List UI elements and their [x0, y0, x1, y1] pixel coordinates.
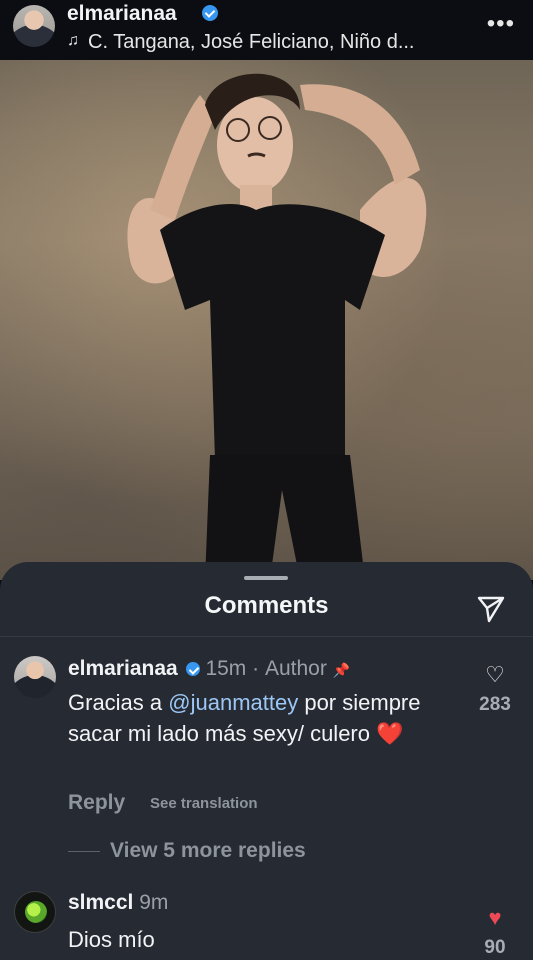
- comment-text: Gracias a @juanmattey por siempre sacar …: [68, 687, 458, 749]
- comment-text-part: Gracias a: [68, 690, 169, 715]
- comment-time: 15m: [205, 657, 247, 680]
- pin-icon: 📌: [332, 662, 351, 678]
- mention-link[interactable]: @juanmattey: [168, 690, 298, 715]
- sheet-divider: [0, 636, 533, 637]
- meta-separator: ·: [252, 657, 260, 680]
- author-badge: Author: [264, 657, 327, 680]
- post-photo[interactable]: 🔇: [0, 60, 533, 580]
- thread-line: [68, 850, 100, 852]
- avatar[interactable]: [14, 891, 56, 933]
- drag-handle[interactable]: [244, 576, 288, 580]
- view-more-label: View 5 more replies: [110, 839, 306, 862]
- like-count: 283: [479, 694, 511, 715]
- audio-track-label[interactable]: C. Tangana, José Feliciano, Niño d...: [88, 31, 414, 54]
- author-username[interactable]: elmarianaa: [67, 2, 177, 26]
- red-heart-emoji: ❤️: [376, 721, 404, 746]
- verified-badge-icon: [202, 5, 218, 21]
- like-count: 90: [484, 937, 506, 958]
- author-avatar[interactable]: [13, 5, 55, 47]
- music-note-icon: ♫: [67, 32, 79, 49]
- paper-plane-icon[interactable]: [476, 594, 506, 624]
- verified-badge-icon: [185, 662, 200, 677]
- comments-sheet: Comments elmarianaa 15m · Author 📌 Graci…: [0, 562, 533, 960]
- comment-username[interactable]: elmarianaa: [68, 657, 178, 680]
- avatar[interactable]: [14, 656, 56, 698]
- heart-filled-icon[interactable]: ♥: [475, 907, 515, 929]
- comment-text: Dios mío: [68, 927, 155, 952]
- person-figure: [127, 73, 427, 580]
- comment-header: slmccl 9m: [68, 891, 168, 915]
- ellipsis-icon[interactable]: •••: [487, 10, 515, 38]
- view-more-replies-button[interactable]: View 5 more replies: [68, 839, 306, 863]
- post-header: elmarianaa ♫ C. Tangana, José Feliciano,…: [0, 0, 533, 60]
- comment-time: 9m: [139, 891, 169, 914]
- like-control[interactable]: ♥ 90: [475, 907, 515, 959]
- like-control[interactable]: ♡ 283: [475, 664, 515, 716]
- sheet-title: Comments: [204, 592, 329, 619]
- heart-outline-icon[interactable]: ♡: [475, 664, 515, 686]
- comment-username[interactable]: slmccl: [68, 891, 133, 914]
- see-translation-button[interactable]: See translation: [150, 795, 258, 812]
- reply-button[interactable]: Reply: [68, 791, 125, 815]
- comment-header: elmarianaa 15m · Author 📌: [68, 657, 350, 681]
